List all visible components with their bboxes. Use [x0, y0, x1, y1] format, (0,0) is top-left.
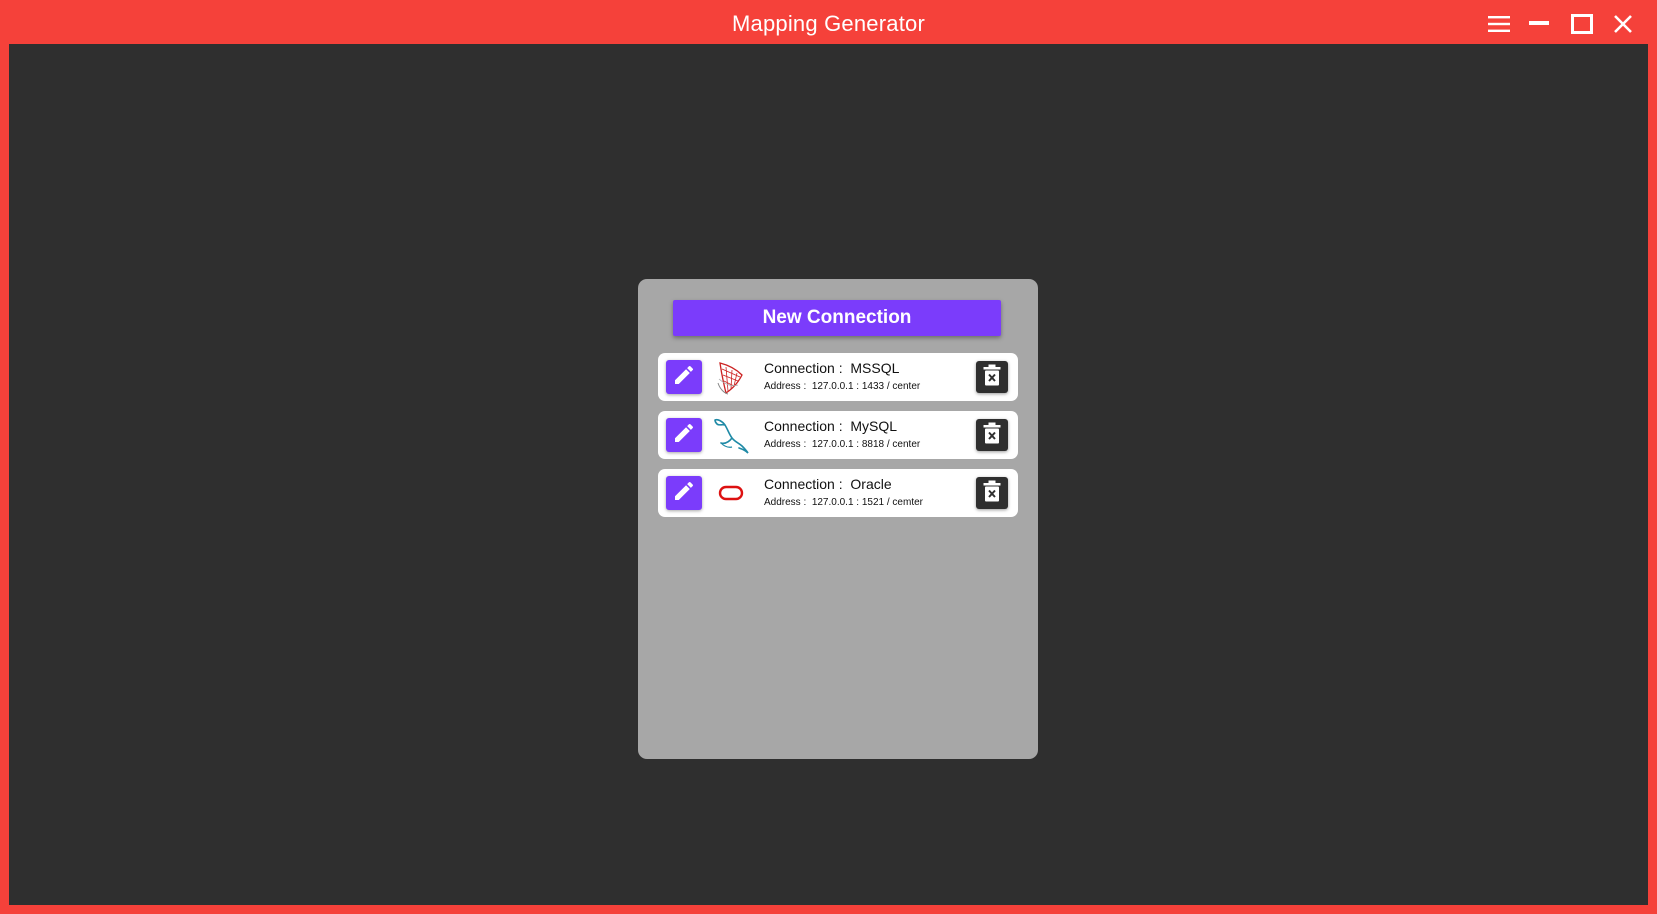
- connection-name-value: Oracle: [850, 476, 892, 492]
- connection-address-value: 127.0.0.1 : 1521 / cemter: [811, 497, 923, 508]
- connection-name-value: MySQL: [850, 418, 898, 434]
- trash-icon: [983, 364, 1001, 391]
- new-connection-button[interactable]: New Connection: [673, 300, 1001, 336]
- delete-button[interactable]: [976, 419, 1008, 451]
- pencil-icon: [672, 421, 696, 450]
- app-window: Mapping Generator New Connection Connect…: [0, 0, 1657, 914]
- connection-address-label: Address :: [764, 381, 807, 392]
- close-icon: [1613, 14, 1633, 34]
- window-title: Mapping Generator: [732, 11, 925, 36]
- connection-item-oracle[interactable]: Connection : Oracle Address : 127.0.0.1 …: [658, 469, 1018, 517]
- connection-address: Address : 127.0.0.1 : 8818 / center: [764, 439, 920, 450]
- minimize-icon: [1529, 15, 1549, 33]
- connection-address-value: 127.0.0.1 : 8818 / center: [811, 439, 921, 450]
- oracle-logo-icon: [712, 474, 750, 512]
- connection-address: Address : 127.0.0.1 : 1521 / cemter: [764, 497, 923, 508]
- connection-name-label: Connection :: [764, 418, 843, 434]
- pencil-icon: [672, 363, 696, 392]
- connection-list: Connection : MSSQL Address : 127.0.0.1 :…: [658, 353, 1018, 527]
- connection-name-label: Connection :: [764, 476, 843, 492]
- menu-icon: [1488, 15, 1510, 33]
- trash-icon: [983, 422, 1001, 449]
- connection-name: Connection : Oracle: [764, 476, 892, 492]
- minimize-button[interactable]: [1523, 8, 1555, 40]
- connection-name: Connection : MSSQL: [764, 360, 899, 376]
- mysql-dolphin-icon: [712, 416, 750, 454]
- close-button[interactable]: [1607, 8, 1639, 40]
- edit-button[interactable]: [666, 418, 702, 452]
- connection-item-mysql[interactable]: Connection : MySQL Address : 127.0.0.1 :…: [658, 411, 1018, 459]
- connection-address-value: 127.0.0.1 : 1433 / center: [811, 381, 921, 392]
- edit-button[interactable]: [666, 360, 702, 394]
- edit-button[interactable]: [666, 476, 702, 510]
- connections-panel: New Connection Connection: MSSQL Addres…: [638, 279, 1038, 759]
- maximize-icon: [1571, 14, 1593, 34]
- connection-address-label: Address :: [764, 439, 807, 450]
- connection-name-value: MSSQL: [850, 360, 900, 376]
- trash-icon: [983, 480, 1001, 507]
- menu-button[interactable]: [1483, 8, 1515, 40]
- maximize-button[interactable]: [1566, 8, 1598, 40]
- delete-button[interactable]: [976, 361, 1008, 393]
- connection-name-label: Connection :: [764, 360, 843, 376]
- delete-button[interactable]: [976, 477, 1008, 509]
- connection-address: Address : 127.0.0.1 : 1433 / center: [764, 381, 920, 392]
- title-bar[interactable]: Mapping Generator: [0, 0, 1657, 44]
- main-content: New Connection Connection: MSSQL Addres…: [9, 44, 1648, 905]
- pencil-icon: [672, 479, 696, 508]
- connection-address-label: Address :: [764, 497, 807, 508]
- connection-item-mssql[interactable]: Connection : MSSQL Address : 127.0.0.1 :…: [658, 353, 1018, 401]
- mssql-logo-icon: [712, 358, 750, 396]
- connection-name: Connection : MySQL: [764, 418, 897, 434]
